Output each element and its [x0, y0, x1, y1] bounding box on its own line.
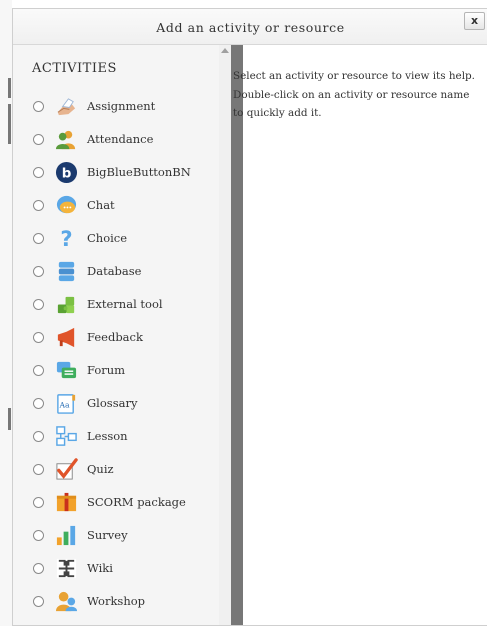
radio-button[interactable]: [33, 497, 44, 508]
option-forum[interactable]: Forum: [13, 354, 231, 387]
help-text: Select an activity or resource to view i…: [233, 70, 475, 119]
radio-button[interactable]: [33, 332, 44, 343]
glossary-icon: Aa: [57, 394, 76, 414]
option-workshop[interactable]: Workshop: [13, 585, 231, 618]
radio-button[interactable]: [33, 530, 44, 541]
option-label: Survey: [87, 528, 128, 542]
radio-button[interactable]: [33, 200, 44, 211]
workshop-icon: [55, 591, 78, 612]
package-icon: [56, 492, 77, 512]
option-label: Lesson: [87, 429, 128, 443]
database-icon: [58, 261, 75, 282]
svg-text:?: ?: [60, 227, 72, 250]
add-activity-dialog: Add an activity or resource x ACTIVITIES…: [12, 8, 487, 626]
checkmark-icon: [56, 458, 78, 480]
radio-button[interactable]: [33, 167, 44, 178]
background-mark: [8, 78, 11, 98]
option-label: Attendance: [87, 132, 154, 146]
option-wiki[interactable]: Wiki: [13, 552, 231, 585]
option-lesson[interactable]: Lesson: [13, 420, 231, 453]
option-chat[interactable]: Chat: [13, 189, 231, 222]
section-title: ACTIVITIES: [32, 61, 117, 76]
bigbluebutton-icon: b: [55, 161, 78, 184]
background-mark: [8, 408, 11, 430]
option-label: Feedback: [87, 330, 143, 344]
megaphone-icon: [57, 327, 75, 348]
option-label: Wiki: [87, 561, 113, 575]
option-label: Quiz: [87, 462, 114, 476]
close-button[interactable]: x: [464, 12, 485, 30]
dialog-title: Add an activity or resource: [156, 20, 345, 35]
option-assignment[interactable]: Assignment: [13, 90, 231, 123]
wiki-icon: [56, 558, 77, 579]
radio-button[interactable]: [33, 563, 44, 574]
bar-chart-icon: [56, 525, 76, 546]
dialog-header: Add an activity or resource x: [13, 9, 487, 45]
option-feedback[interactable]: Feedback: [13, 321, 231, 354]
option-label: Chat: [87, 198, 115, 212]
option-survey[interactable]: Survey: [13, 519, 231, 552]
radio-button[interactable]: [33, 266, 44, 277]
assignment-icon: [57, 98, 76, 116]
radio-button[interactable]: [33, 233, 44, 244]
option-label: Forum: [87, 363, 126, 377]
radio-button[interactable]: [33, 398, 44, 409]
option-label: Choice: [87, 231, 128, 245]
option-label: BigBlueButtonBN: [87, 165, 191, 179]
puzzle-icon: [57, 296, 75, 314]
option-attendance[interactable]: Attendance: [13, 123, 231, 156]
option-bigbluebuttonbn[interactable]: b BigBlueButtonBN: [13, 156, 231, 189]
question-mark-icon: ?: [60, 227, 72, 250]
option-label: Assignment: [87, 99, 156, 113]
radio-button[interactable]: [33, 596, 44, 607]
option-label: Database: [87, 264, 142, 278]
option-label: Workshop: [87, 594, 146, 608]
option-quiz[interactable]: Quiz: [13, 453, 231, 486]
radio-button[interactable]: [33, 101, 44, 112]
option-scorm-package[interactable]: SCORM package: [13, 486, 231, 519]
scroll-up-arrow-icon[interactable]: [221, 48, 229, 53]
radio-button[interactable]: [33, 464, 44, 475]
radio-button[interactable]: [33, 365, 44, 376]
attendance-icon: [55, 130, 76, 150]
option-glossary[interactable]: Aa Glossary: [13, 387, 231, 420]
panel-divider: [231, 45, 243, 625]
lesson-icon: [56, 426, 77, 446]
radio-button[interactable]: [33, 431, 44, 442]
option-label: SCORM package: [87, 495, 186, 509]
option-label: External tool: [87, 297, 163, 311]
option-database[interactable]: Database: [13, 255, 231, 288]
option-label: Glossary: [87, 396, 138, 410]
option-choice[interactable]: ? Choice: [13, 222, 231, 255]
svg-text:Aa: Aa: [59, 400, 71, 409]
svg-text:b: b: [62, 166, 72, 181]
radio-button[interactable]: [33, 299, 44, 310]
radio-button[interactable]: [33, 134, 44, 145]
background-mark: [8, 104, 11, 144]
chat-icon: [56, 195, 77, 214]
activity-options-panel: ACTIVITIES Assignment Attendance b BigBl…: [13, 45, 231, 625]
page-background: [0, 0, 12, 626]
forum-icon: [56, 361, 77, 379]
options-scrollbar[interactable]: [219, 45, 231, 625]
option-external-tool[interactable]: External tool: [13, 288, 231, 321]
